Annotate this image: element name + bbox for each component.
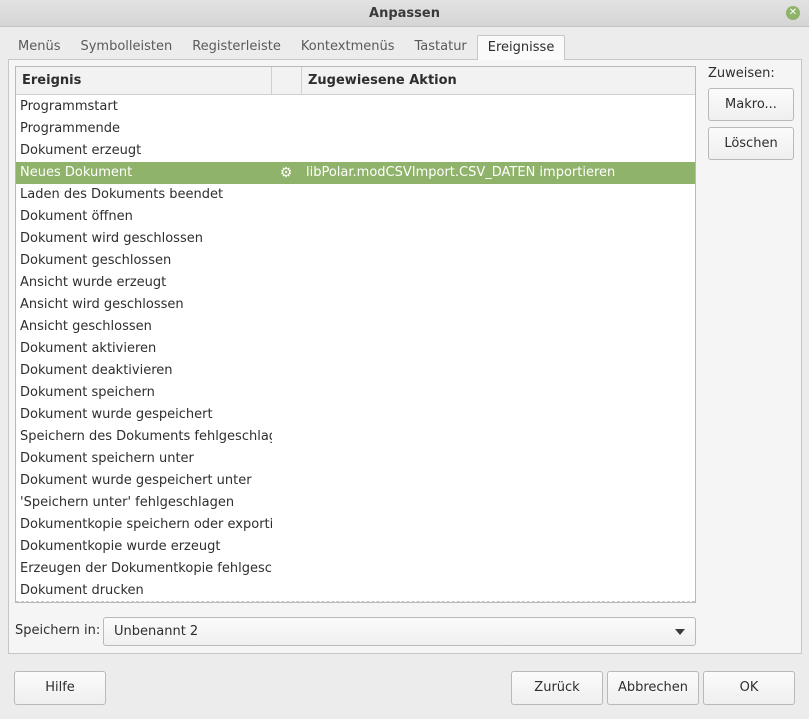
ok-button[interactable]: OK xyxy=(703,671,795,705)
event-name: Dokumentkopie wurde erzeugt xyxy=(20,539,221,554)
back-button[interactable]: Zurück xyxy=(511,671,603,705)
table-row[interactable]: Programmstart xyxy=(16,96,695,118)
scroll-indicator xyxy=(16,601,695,602)
help-button[interactable]: Hilfe xyxy=(14,671,106,705)
table-header: Ereignis Zugewiesene Aktion xyxy=(16,67,695,95)
assign-label: Zuweisen: xyxy=(708,66,775,81)
save-in-label: Speichern in: xyxy=(15,623,101,638)
table-row[interactable]: Dokument geschlossen xyxy=(16,250,695,272)
event-name: Dokument speichern unter xyxy=(20,451,194,466)
cancel-button[interactable]: Abbrechen xyxy=(607,671,699,705)
event-name: Dokument wurde gespeichert unter xyxy=(20,473,252,488)
table-row[interactable]: Dokument drucken xyxy=(16,580,695,602)
gear-icon: ⚙ xyxy=(279,165,293,181)
table-row[interactable]: Ansicht wird geschlossen xyxy=(16,294,695,316)
table-row[interactable]: 'Speichern unter' fehlgeschlagen xyxy=(16,492,695,514)
macro-button[interactable]: Makro... xyxy=(708,88,794,121)
event-name: Ansicht geschlossen xyxy=(20,319,152,334)
table-row[interactable]: Ansicht wurde erzeugt xyxy=(16,272,695,294)
tab-toolbars[interactable]: Symbolleisten xyxy=(70,35,182,60)
event-name: Dokument öffnen xyxy=(20,209,133,224)
table-row[interactable]: Dokument speichern xyxy=(16,382,695,404)
close-icon[interactable]: ✕ xyxy=(786,6,800,20)
event-name: Ansicht wurde erzeugt xyxy=(20,275,167,290)
column-header-event[interactable]: Ereignis xyxy=(16,67,272,95)
table-row[interactable]: Dokument wurde gespeichert unter xyxy=(16,470,695,492)
table-row[interactable]: Laden des Dokuments beendet xyxy=(16,184,695,206)
event-name: Dokument drucken xyxy=(20,583,144,598)
assigned-action: libPolar.modCSVImport.CSV_DATEN importie… xyxy=(306,165,616,180)
tab-context-menus[interactable]: Kontextmenüs xyxy=(291,35,405,60)
event-name: Ansicht wird geschlossen xyxy=(20,297,184,312)
event-name: Dokumentkopie speichern oder exportieren xyxy=(20,517,272,532)
table-row[interactable]: Dokument deaktivieren xyxy=(16,360,695,382)
tab-events[interactable]: Ereignisse xyxy=(476,35,566,60)
table-body: Programmstart Programmende Dokument erzeug… xyxy=(16,96,695,602)
column-header-icon[interactable] xyxy=(272,67,302,95)
chevron-down-icon xyxy=(675,629,685,635)
table-row[interactable]: Dokument speichern unter xyxy=(16,448,695,470)
table-row[interactable]: Dokumentkopie wurde erzeugt xyxy=(16,536,695,558)
event-name: Dokument erzeugt xyxy=(20,143,142,158)
title-bar: Anpassen ✕ xyxy=(0,0,809,27)
table-row[interactable]: Dokument wird geschlossen xyxy=(16,228,695,250)
event-name: 'Speichern unter' fehlgeschlagen xyxy=(20,495,235,510)
column-header-assigned-action[interactable]: Zugewiesene Aktion xyxy=(302,67,695,95)
table-row[interactable]: Dokumentkopie speichern oder exportieren xyxy=(16,514,695,536)
event-name: Dokument deaktivieren xyxy=(20,363,173,378)
table-row[interactable]: Dokument erzeugt xyxy=(16,140,695,162)
event-name: Dokument wurde gespeichert xyxy=(20,407,213,422)
event-name: Laden des Dokuments beendet xyxy=(20,187,224,202)
tab-menus[interactable]: Menüs xyxy=(8,35,70,60)
event-name: Erzeugen der Dokumentkopie fehlgeschlage… xyxy=(20,561,272,576)
table-row[interactable]: Programmende xyxy=(16,118,695,140)
table-row[interactable]: Dokument aktivieren xyxy=(16,338,695,360)
event-name: Programmstart xyxy=(20,99,118,114)
table-row[interactable]: Dokument öffnen xyxy=(16,206,695,228)
event-name: Speichern des Dokuments fehlgeschlagen xyxy=(20,429,272,444)
tab-notebookbar[interactable]: Registerleiste xyxy=(182,35,291,60)
table-row[interactable]: Ansicht geschlossen xyxy=(16,316,695,338)
save-in-value: Unbenannt 2 xyxy=(114,624,199,639)
event-name: Neues Dokument xyxy=(20,165,133,180)
event-name: Dokument speichern xyxy=(20,385,155,400)
window-title: Anpassen xyxy=(369,6,440,21)
save-in-select[interactable]: Unbenannt 2 xyxy=(103,617,696,646)
table-row[interactable]: Dokument wurde gespeichert xyxy=(16,404,695,426)
event-name: Dokument wird geschlossen xyxy=(20,231,203,246)
event-name: Dokument aktivieren xyxy=(20,341,157,356)
events-table: Ereignis Zugewiesene Aktion Programmstar… xyxy=(15,66,696,603)
delete-button[interactable]: Löschen xyxy=(708,127,794,160)
event-name: Dokument geschlossen xyxy=(20,253,172,268)
tab-bar: Menüs Symbolleisten Registerleiste Konte… xyxy=(8,35,566,60)
table-row[interactable]: Neues Dokument ⚙ libPolar.modCSVImport.CSV… xyxy=(16,162,695,184)
table-row[interactable]: Erzeugen der Dokumentkopie fehlgeschlage… xyxy=(16,558,695,580)
tab-keyboard[interactable]: Tastatur xyxy=(405,35,477,60)
event-name: Programmende xyxy=(20,121,121,136)
table-row[interactable]: Speichern des Dokuments fehlgeschlagen xyxy=(16,426,695,448)
